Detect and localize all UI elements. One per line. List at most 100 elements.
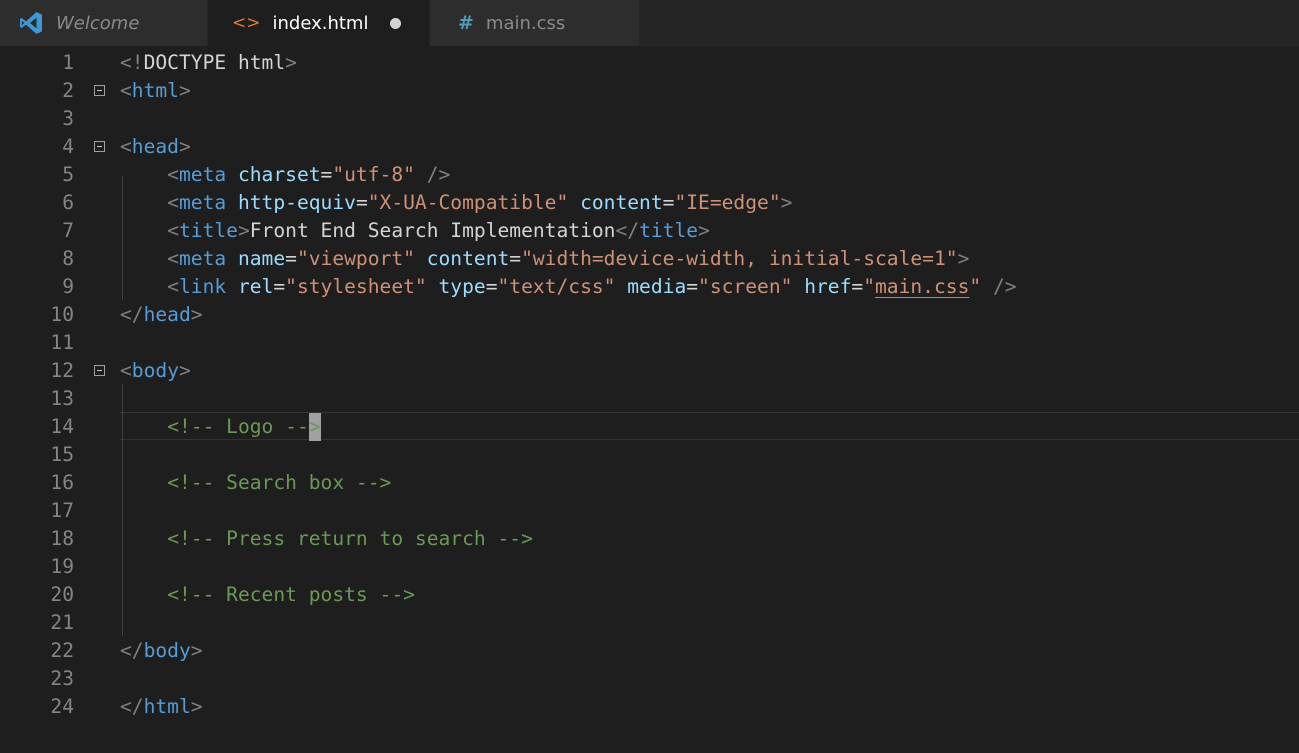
line-number: 3 (62, 107, 74, 130)
code-token: /> (414, 163, 451, 186)
code-token: meta (178, 191, 227, 214)
code-line[interactable]: 5 <meta charset="utf-8" /> (0, 161, 1299, 189)
line-number: 17 (50, 499, 74, 522)
line-number: 7 (62, 219, 74, 242)
line-number: 12 (50, 359, 74, 382)
tab-welcome[interactable]: Welcome (0, 0, 208, 46)
line-number: 22 (50, 639, 74, 662)
fold-toggle-icon[interactable] (94, 85, 105, 96)
code-text: <!-- Search box --> (120, 469, 391, 497)
code-line[interactable]: 21 (0, 609, 1299, 637)
tab-main-css[interactable]: # main.css (430, 0, 640, 46)
code-line[interactable]: 3 (0, 105, 1299, 133)
code-line[interactable]: 22 </body> (0, 637, 1299, 665)
line-number: 19 (50, 555, 74, 578)
code-token: media (627, 275, 687, 298)
code-token: > (178, 359, 191, 382)
code-line[interactable]: 24 </html> (0, 693, 1299, 721)
code-token: <!-- Press return to search --> (167, 527, 533, 550)
line-number: 10 (50, 303, 74, 326)
code-token: type (438, 275, 486, 298)
line-number: 21 (50, 611, 74, 634)
code-token: > (190, 303, 203, 326)
code-token: " (969, 275, 982, 298)
code-token: > (698, 219, 710, 242)
code-line[interactable]: 19 (0, 553, 1299, 581)
code-line[interactable]: 1 <!DOCTYPE html> (0, 49, 1299, 77)
code-token: body (143, 639, 191, 662)
fold-toggle-icon[interactable] (94, 365, 105, 376)
code-text: <!DOCTYPE html> (120, 49, 297, 77)
code-line[interactable]: 23 (0, 665, 1299, 693)
code-token: head (143, 303, 191, 326)
code-token: > (780, 191, 793, 214)
code-line[interactable]: 11 (0, 329, 1299, 357)
code-line[interactable]: 7 <title>Front End Search Implementation… (0, 217, 1299, 245)
line-number: 1 (62, 51, 74, 74)
code-line[interactable]: 4 <head> (0, 133, 1299, 161)
code-token: "screen" (698, 275, 793, 298)
code-text: </html> (120, 693, 203, 721)
code-token: content (580, 191, 663, 214)
code-token: <!-- Search box --> (167, 471, 392, 494)
css-file-icon: # (458, 12, 474, 34)
code-line[interactable]: 12 <body> (0, 357, 1299, 385)
tab-index-html[interactable]: <> index.html (208, 0, 430, 46)
code-token: html (131, 79, 179, 102)
code-token: </ (120, 639, 144, 662)
code-line[interactable]: 10 </head> (0, 301, 1299, 329)
code-token: < (167, 163, 179, 186)
code-line[interactable]: 14 <!-- Logo --> (0, 413, 1299, 441)
code-token: </ (120, 695, 144, 718)
code-token: "viewport" (296, 247, 415, 270)
code-token: </ (615, 219, 640, 242)
code-text: <meta name="viewport" content="width=dev… (120, 245, 969, 273)
line-number: 18 (50, 527, 74, 550)
code-line[interactable]: 17 (0, 497, 1299, 525)
code-token: head (131, 135, 179, 158)
code-text: <title>Front End Search Implementation</… (120, 217, 710, 245)
code-token: DOCTYPE html (143, 51, 286, 74)
code-line[interactable]: 20 <!-- Recent posts --> (0, 581, 1299, 609)
code-line[interactable]: 2 <html> (0, 77, 1299, 105)
code-text: <link rel="stylesheet" type="text/css" m… (120, 273, 1016, 301)
code-token: > (178, 135, 191, 158)
code-token: "X-UA-Compatible" (367, 191, 569, 214)
tab-main-css-label: main.css (485, 12, 566, 34)
code-text: <body> (120, 357, 191, 385)
code-line[interactable]: 16 <!-- Search box --> (0, 469, 1299, 497)
code-token: "text/css" (497, 275, 616, 298)
unsaved-dot-icon[interactable] (390, 17, 402, 29)
code-token: < (120, 79, 132, 102)
code-token: meta (178, 247, 227, 270)
code-line[interactable]: 9 <link rel="stylesheet" type="text/css"… (0, 273, 1299, 301)
code-line[interactable]: 8 <meta name="viewport" content="width=d… (0, 245, 1299, 273)
line-number: 15 (50, 443, 74, 466)
line-number: 23 (50, 667, 74, 690)
code-line[interactable]: 6 <meta http-equiv="X-UA-Compatible" con… (0, 189, 1299, 217)
code-token: = (285, 247, 297, 270)
code-token: " (863, 275, 875, 298)
line-number: 16 (50, 471, 74, 494)
code-editor[interactable]: 1 <!DOCTYPE html> 2 <html> 3 4 <head> 5 <meta c… (0, 46, 1299, 753)
code-line[interactable]: 13 (0, 385, 1299, 413)
code-token: < (167, 191, 179, 214)
line-number: 13 (50, 387, 74, 410)
code-token: meta (178, 163, 227, 186)
code-token: = (485, 275, 498, 298)
code-line[interactable]: 15 (0, 441, 1299, 469)
code-line[interactable]: 18 <!-- Press return to search --> (0, 525, 1299, 553)
fold-toggle-icon[interactable] (94, 141, 105, 152)
code-token: charset (237, 163, 321, 186)
tab-index-html-label: index.html (272, 12, 369, 34)
